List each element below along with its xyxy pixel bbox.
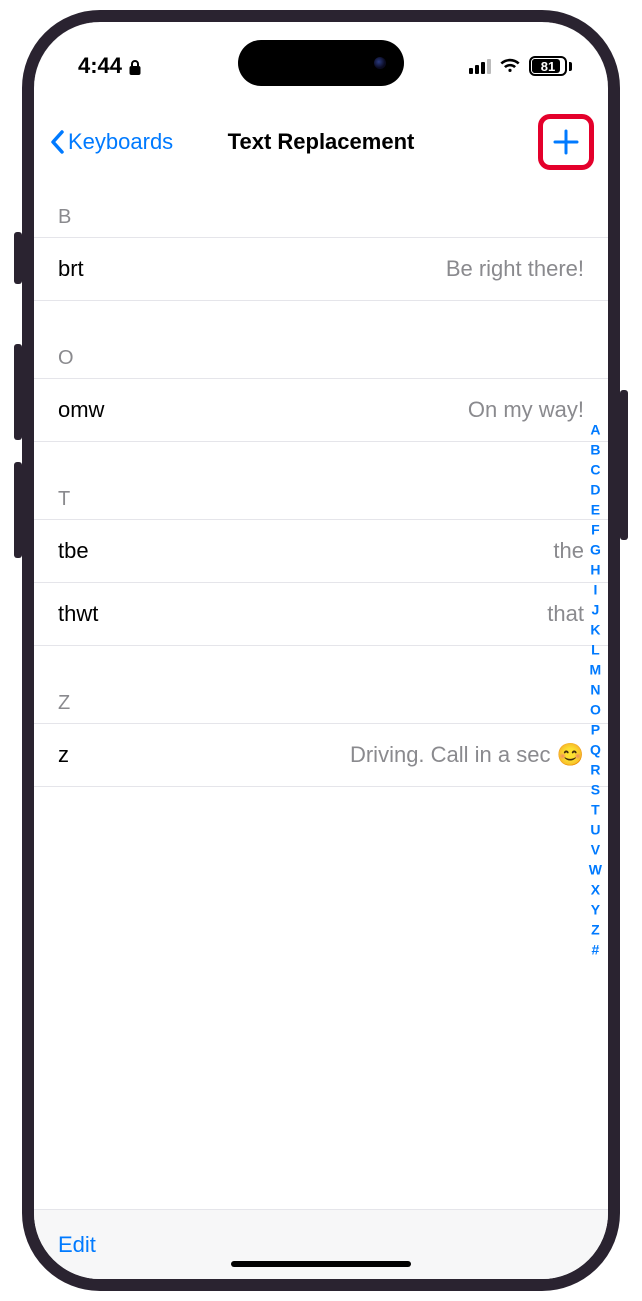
- alpha-index-item[interactable]: O: [590, 700, 601, 719]
- phrase-text: the: [553, 538, 584, 564]
- shortcut-text: omw: [58, 397, 104, 423]
- section-gap: [34, 301, 608, 341]
- edit-button[interactable]: Edit: [58, 1232, 96, 1258]
- phrase-text: On my way!: [468, 397, 584, 423]
- shortcut-text: brt: [58, 256, 84, 282]
- alpha-index-item[interactable]: Z: [591, 920, 600, 939]
- alpha-index-item[interactable]: A: [590, 420, 600, 439]
- alpha-index-item[interactable]: J: [591, 600, 599, 619]
- plus-icon: [550, 126, 582, 158]
- volume-switch: [14, 232, 22, 284]
- alpha-index-item[interactable]: B: [590, 440, 600, 459]
- back-button[interactable]: Keyboards: [48, 129, 173, 155]
- alpha-index-item[interactable]: L: [591, 640, 600, 659]
- alpha-index-item[interactable]: U: [590, 820, 600, 839]
- replacement-row[interactable]: brt Be right there!: [34, 238, 608, 301]
- screen: 4:44 81: [34, 22, 608, 1279]
- alpha-index-item[interactable]: R: [590, 760, 600, 779]
- alpha-index-item[interactable]: V: [591, 840, 600, 859]
- alpha-index-item[interactable]: H: [590, 560, 600, 579]
- phrase-text: Driving. Call in a sec 😊: [350, 742, 584, 768]
- nav-bar: Keyboards Text Replacement: [34, 114, 608, 170]
- alpha-index-item[interactable]: I: [593, 580, 597, 599]
- replacement-row[interactable]: omw On my way!: [34, 379, 608, 442]
- shortcut-text: tbe: [58, 538, 89, 564]
- alpha-index-item[interactable]: Q: [590, 740, 601, 759]
- alpha-index-item[interactable]: K: [590, 620, 600, 639]
- status-left: 4:44: [78, 53, 142, 79]
- status-time: 4:44: [78, 53, 122, 79]
- volume-up-button: [14, 344, 22, 440]
- volume-down-button: [14, 462, 22, 558]
- cellular-icon: [469, 58, 491, 74]
- wifi-icon: [499, 58, 521, 74]
- alpha-index-item[interactable]: X: [591, 880, 600, 899]
- alpha-index-item[interactable]: W: [589, 860, 602, 879]
- phrase-text: that: [547, 601, 584, 627]
- alpha-index-item[interactable]: T: [591, 800, 600, 819]
- lock-icon: [128, 57, 142, 75]
- content[interactable]: Bbrt Be right there! Oomw On my way! Ttbe the…: [34, 170, 608, 1209]
- shortcut-text: thwt: [58, 601, 98, 627]
- replacement-row[interactable]: tbe the: [34, 520, 608, 583]
- alpha-index-item[interactable]: Y: [591, 900, 600, 919]
- chevron-left-icon: [48, 129, 66, 155]
- section-header: T: [34, 482, 608, 520]
- battery-icon: 81: [529, 56, 572, 76]
- status-right: 81: [469, 56, 572, 76]
- alpha-index-item[interactable]: S: [591, 780, 600, 799]
- battery-percentage: 81: [541, 59, 555, 74]
- section-header: Z: [34, 686, 608, 724]
- section-header: O: [34, 341, 608, 379]
- page-title: Text Replacement: [228, 129, 415, 155]
- alpha-index-item[interactable]: M: [590, 660, 602, 679]
- shortcut-text: z: [58, 742, 69, 768]
- alpha-index[interactable]: ABCDEFGHIJKLMNOPQRSTUVWXYZ#: [589, 420, 602, 959]
- alpha-index-item[interactable]: N: [590, 680, 600, 699]
- alpha-index-item[interactable]: F: [591, 520, 600, 539]
- section-gap: [34, 646, 608, 686]
- back-label: Keyboards: [68, 129, 173, 155]
- home-indicator[interactable]: [231, 1261, 411, 1267]
- section-header: B: [34, 200, 608, 238]
- replacement-row[interactable]: z Driving. Call in a sec 😊: [34, 724, 608, 787]
- phone-frame: 4:44 81: [22, 10, 620, 1291]
- alpha-index-item[interactable]: #: [591, 940, 599, 959]
- replacement-row[interactable]: thwt that: [34, 583, 608, 646]
- alpha-index-item[interactable]: G: [590, 540, 601, 559]
- section-gap: [34, 442, 608, 482]
- alpha-index-item[interactable]: D: [590, 480, 600, 499]
- alpha-index-item[interactable]: C: [590, 460, 600, 479]
- alpha-index-item[interactable]: P: [591, 720, 600, 739]
- alpha-index-item[interactable]: E: [591, 500, 600, 519]
- bottom-toolbar: Edit: [34, 1209, 608, 1279]
- power-button: [620, 390, 628, 540]
- dynamic-island: [238, 40, 404, 86]
- add-button[interactable]: [540, 116, 592, 168]
- phrase-text: Be right there!: [446, 256, 584, 282]
